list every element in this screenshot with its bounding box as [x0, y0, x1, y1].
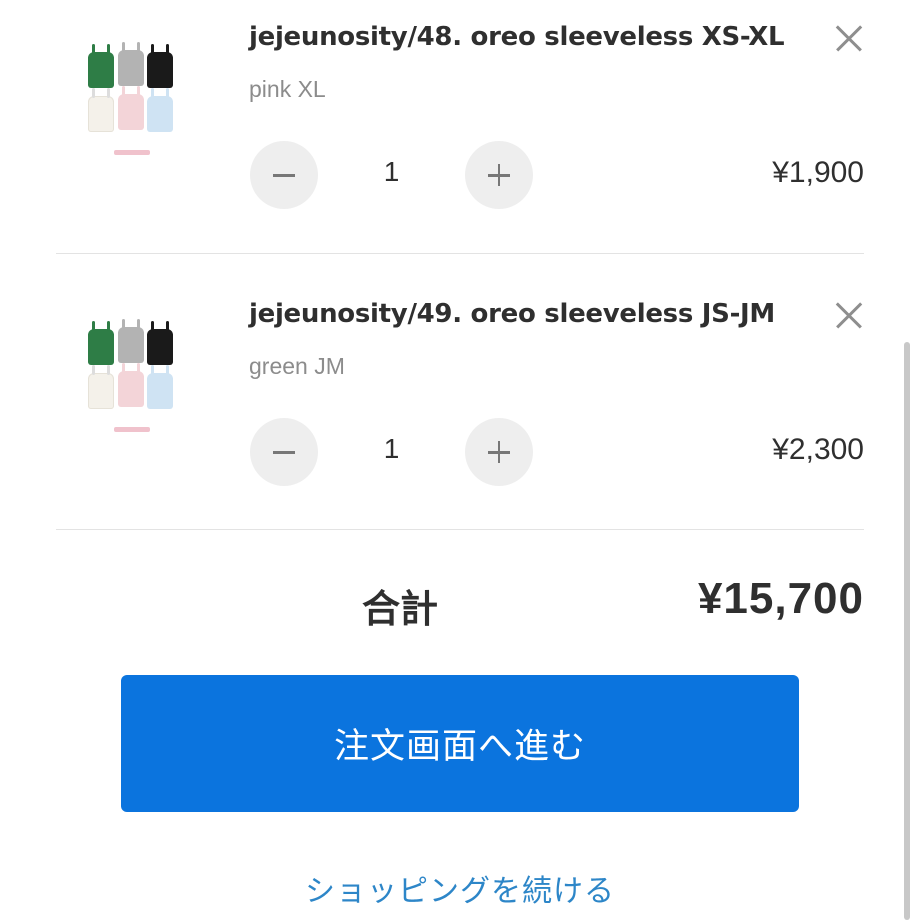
product-title[interactable]: jejeunosity/48. oreo sleeveless XS-XL: [249, 22, 785, 52]
checkout-button-label: 注文画面へ進む: [333, 727, 586, 767]
tank-top-swatch: [118, 86, 144, 130]
tank-top-swatch: [147, 365, 173, 409]
item-divider: [56, 529, 864, 530]
tank-top-swatch: [147, 88, 173, 132]
tank-top-swatch: [147, 321, 173, 365]
continue-shopping-link[interactable]: ショッピングを続ける: [0, 866, 920, 910]
product-thumbnail[interactable]: [84, 38, 180, 162]
remove-item-button[interactable]: [830, 20, 868, 58]
tank-top-swatch: [88, 88, 114, 132]
tank-top-swatch: [147, 44, 173, 88]
remove-item-button[interactable]: [830, 297, 868, 335]
increase-quantity-button[interactable]: [465, 141, 533, 209]
decrease-quantity-button[interactable]: [250, 418, 318, 486]
cart-item: jejeunosity/48. oreo sleeveless XS-XL pi…: [0, 0, 920, 254]
checkout-button[interactable]: 注文画面へ進む: [121, 675, 799, 812]
quantity-value: 1: [383, 433, 400, 464]
product-variant: green JM: [249, 353, 345, 379]
scrollbar[interactable]: [904, 342, 910, 920]
cart-item: jejeunosity/49. oreo sleeveless JS-JM gr…: [0, 277, 920, 531]
item-divider: [56, 253, 864, 254]
tank-top-swatch: [88, 44, 114, 88]
decrease-quantity-button[interactable]: [250, 141, 318, 209]
brand-mark: [114, 150, 150, 155]
product-thumbnail[interactable]: [84, 315, 180, 439]
tank-top-swatch: [88, 365, 114, 409]
increase-quantity-button[interactable]: [465, 418, 533, 486]
tank-top-swatch: [88, 321, 114, 365]
total-value: ¥15,700: [697, 574, 864, 623]
quantity-value: 1: [383, 156, 400, 187]
total-label: 合計: [362, 587, 439, 631]
item-price: ¥2,300: [772, 433, 864, 466]
minus-icon: [273, 174, 295, 177]
tank-top-swatch: [118, 42, 144, 86]
tank-top-swatch: [118, 319, 144, 363]
minus-icon: [273, 451, 295, 454]
tank-top-swatch: [118, 363, 144, 407]
product-variant: pink XL: [249, 76, 326, 102]
item-price: ¥1,900: [772, 156, 864, 189]
product-title[interactable]: jejeunosity/49. oreo sleeveless JS-JM: [249, 299, 775, 329]
brand-mark: [114, 427, 150, 432]
